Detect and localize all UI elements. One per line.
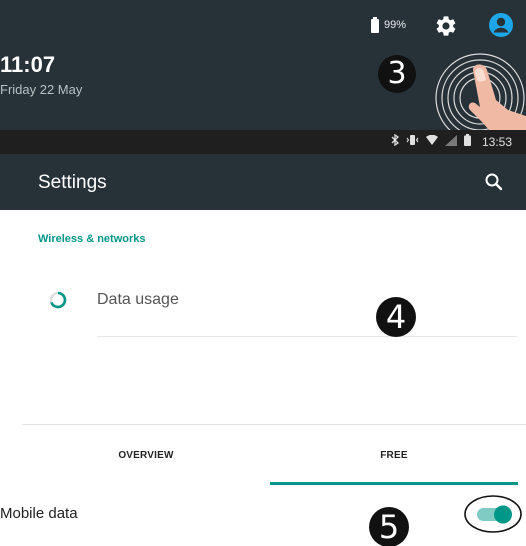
section-header: Wireless & networks — [38, 233, 146, 245]
shade-clock: 11:07 — [0, 52, 56, 77]
bluetooth-icon — [391, 133, 399, 149]
page-title: Settings — [38, 172, 107, 193]
gear-icon[interactable] — [434, 14, 458, 38]
vibrate-icon — [406, 134, 419, 149]
instruction-figure: 99% 11:07 Friday 22 May 3 13:53 Settings… — [0, 0, 526, 546]
tab-free[interactable]: FREE — [270, 426, 518, 484]
list-item-data-usage[interactable]: Data usage — [0, 276, 526, 337]
search-icon[interactable] — [484, 172, 504, 192]
tabs-divider — [22, 424, 526, 425]
account-icon[interactable] — [488, 12, 514, 38]
tab-overview[interactable]: OVERVIEW — [22, 426, 270, 484]
mobile-data-label: Mobile data — [0, 505, 78, 522]
selected-tab-indicator — [270, 482, 518, 485]
signal-icon — [444, 134, 457, 149]
notification-shade: 99% 11:07 Friday 22 May 3 — [0, 0, 526, 140]
battery-icon — [463, 134, 471, 149]
shade-date: Friday 22 May — [0, 82, 83, 97]
data-usage-icon — [49, 291, 67, 309]
battery-icon — [371, 17, 379, 33]
list-divider — [97, 336, 517, 337]
app-bar: Settings — [0, 154, 526, 210]
battery-percent: 99% — [384, 19, 407, 31]
status-bar-time: 13:53 — [481, 134, 512, 149]
step-number-badge: 4 — [376, 297, 416, 337]
status-bar: 13:53 — [0, 130, 526, 154]
tap-gesture-icon — [435, 53, 526, 140]
wifi-icon — [425, 134, 438, 149]
data-usage-label: Data usage — [97, 291, 179, 308]
step-number-badge: 3 — [378, 55, 416, 93]
mobile-data-row[interactable]: Mobile data — [0, 495, 526, 546]
step-number-badge: 5 — [369, 507, 409, 546]
mobile-data-toggle[interactable] — [463, 494, 523, 534]
